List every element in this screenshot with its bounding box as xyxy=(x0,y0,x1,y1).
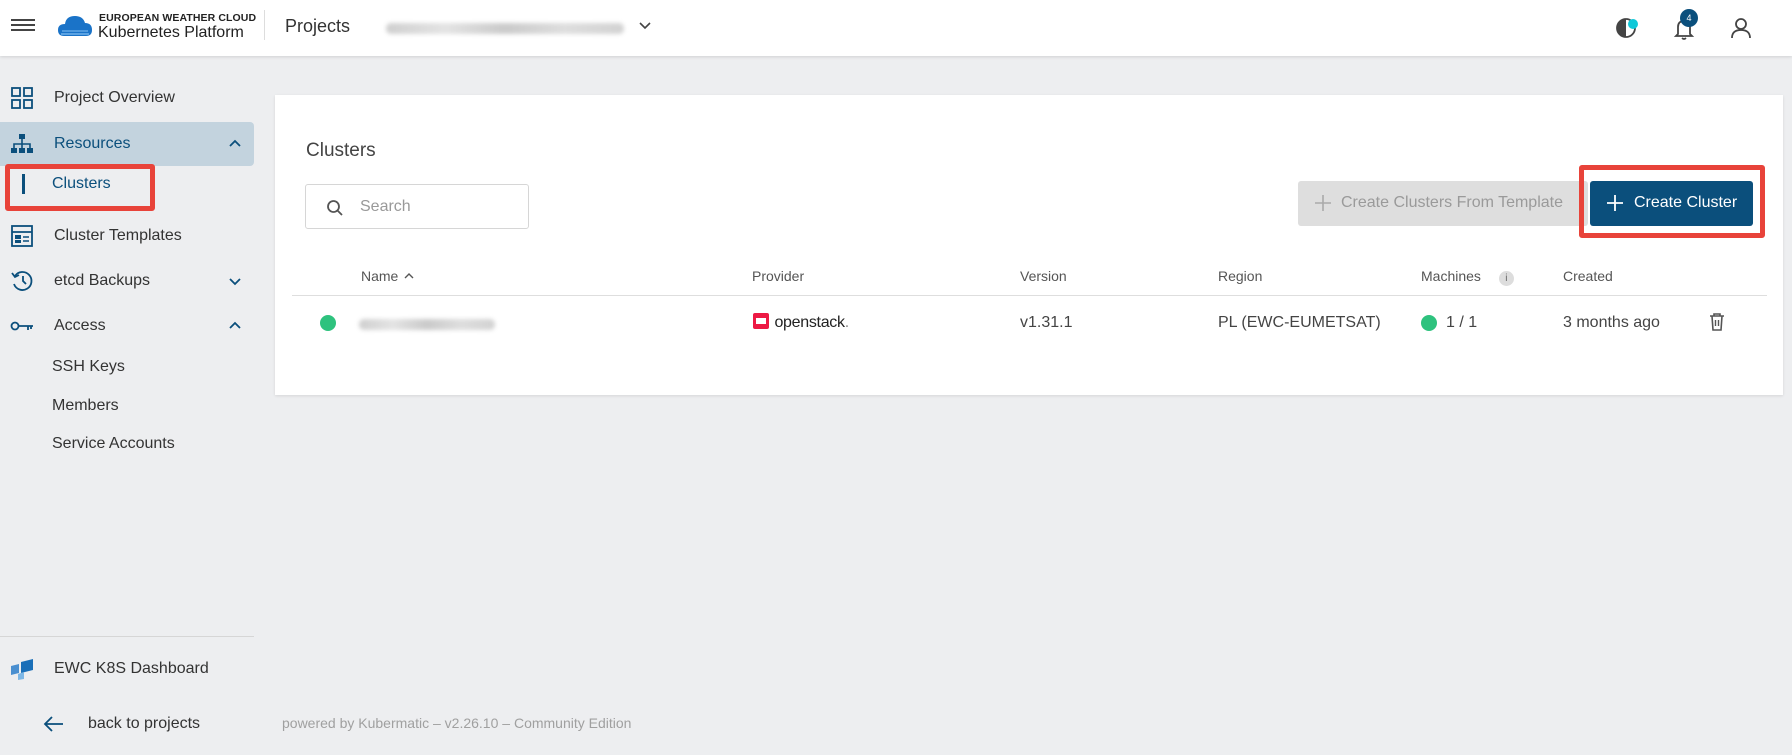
user-icon[interactable] xyxy=(1727,14,1755,42)
sidebar-item-access[interactable]: Access xyxy=(0,304,254,348)
footer-edition: Community Edition xyxy=(513,715,632,731)
button-label: Create Clusters From Template xyxy=(1341,194,1563,211)
openstack-logo-icon xyxy=(753,313,769,329)
sidebar-item-label: Resources xyxy=(54,135,131,152)
sidebar-item-label: Access xyxy=(54,317,106,334)
sidebar-item-resources[interactable]: Resources xyxy=(0,122,254,166)
dashboard-logo-icon xyxy=(11,659,33,680)
search-placeholder: Search xyxy=(360,198,411,215)
sitemap-icon xyxy=(11,134,33,153)
search-icon xyxy=(327,200,343,216)
provider-cell: openstack. xyxy=(752,312,849,332)
sidebar-item-members[interactable]: Members xyxy=(52,397,119,415)
search-input[interactable]: Search xyxy=(305,184,529,229)
sidebar-item-label: etcd Backups xyxy=(54,272,151,289)
sidebar-divider xyxy=(0,636,254,637)
created-cell: 3 months ago xyxy=(1563,314,1660,331)
plus-icon xyxy=(1315,195,1331,211)
create-from-template-button[interactable]: Create Clusters From Template xyxy=(1298,181,1588,226)
divider xyxy=(264,10,265,40)
highlight-box-create-cluster xyxy=(1579,165,1765,238)
redacted-project-name xyxy=(386,23,624,34)
column-header-created: Created xyxy=(1563,268,1613,284)
template-icon xyxy=(11,225,33,247)
sidebar-item-ssh-keys[interactable]: SSH Keys xyxy=(52,358,125,376)
arrow-left-icon xyxy=(43,716,63,732)
column-header-provider: Provider xyxy=(752,268,805,284)
machines-status-dot xyxy=(1421,315,1437,331)
chevron-up-icon xyxy=(229,139,241,147)
history-icon xyxy=(11,271,33,291)
column-header-region: Region xyxy=(1218,268,1263,284)
machines-cell: 1 / 1 xyxy=(1446,314,1478,331)
sidebar-item-label: Cluster Templates xyxy=(54,227,182,244)
menu-icon[interactable] xyxy=(11,16,35,38)
sidebar-item-dashboard[interactable]: EWC K8S Dashboard xyxy=(0,647,254,691)
info-icon[interactable]: i xyxy=(1498,271,1514,286)
sidebar-item-label: Project Overview xyxy=(54,89,175,106)
sidebar-item-project-overview[interactable]: Project Overview xyxy=(0,76,254,120)
grid-icon xyxy=(11,87,33,109)
top-bar: EUROPEAN WEATHER CLOUD Kubernetes Platfo… xyxy=(0,0,1792,56)
back-to-projects-link[interactable]: back to projects xyxy=(0,702,254,746)
project-selector[interactable] xyxy=(386,17,656,39)
trash-icon[interactable] xyxy=(1708,312,1726,332)
chevron-down-icon[interactable] xyxy=(638,18,652,32)
footer: powered by Kubermatic – v2.26.10 – Commu… xyxy=(282,715,632,731)
brand-subtitle: Kubernetes Platform xyxy=(98,24,244,41)
table-divider xyxy=(292,295,1767,296)
page-title: Clusters xyxy=(306,140,376,161)
footer-powered: powered by Kubermatic xyxy=(282,715,430,731)
chevron-down-icon xyxy=(229,278,241,286)
sidebar-item-label: EWC K8S Dashboard xyxy=(54,660,209,677)
sidebar-item-label: back to projects xyxy=(88,715,201,732)
key-icon xyxy=(10,321,33,331)
column-header-machines: Machines i xyxy=(1421,268,1514,286)
sort-asc-icon xyxy=(404,273,414,279)
redacted-cluster-name xyxy=(359,319,495,330)
sidebar-item-cluster-templates[interactable]: Cluster Templates xyxy=(0,214,254,258)
cloud-logo-icon xyxy=(58,16,92,36)
clusters-card: Clusters Search Create Clusters From Tem… xyxy=(275,95,1783,395)
version-cell: v1.31.1 xyxy=(1020,314,1073,331)
cluster-name[interactable] xyxy=(359,313,495,335)
brand-title: EUROPEAN WEATHER CLOUD xyxy=(99,12,257,24)
highlight-box-clusters xyxy=(5,164,155,211)
region-cell: PL (EWC-EUMETSAT) xyxy=(1218,314,1381,331)
status-dot xyxy=(320,315,336,331)
sidebar-item-etcd-backups[interactable]: etcd Backups xyxy=(0,259,254,303)
column-header-version: Version xyxy=(1020,268,1067,284)
chevron-up-icon xyxy=(229,321,241,329)
projects-link[interactable]: Projects xyxy=(285,16,350,37)
footer-version: v2.26.10 xyxy=(444,715,499,731)
sidebar-item-service-accounts[interactable]: Service Accounts xyxy=(52,435,175,453)
notification-badge: 4 xyxy=(1680,9,1698,27)
theme-toggle-icon[interactable] xyxy=(1613,14,1641,42)
column-header-name[interactable]: Name xyxy=(361,268,414,284)
